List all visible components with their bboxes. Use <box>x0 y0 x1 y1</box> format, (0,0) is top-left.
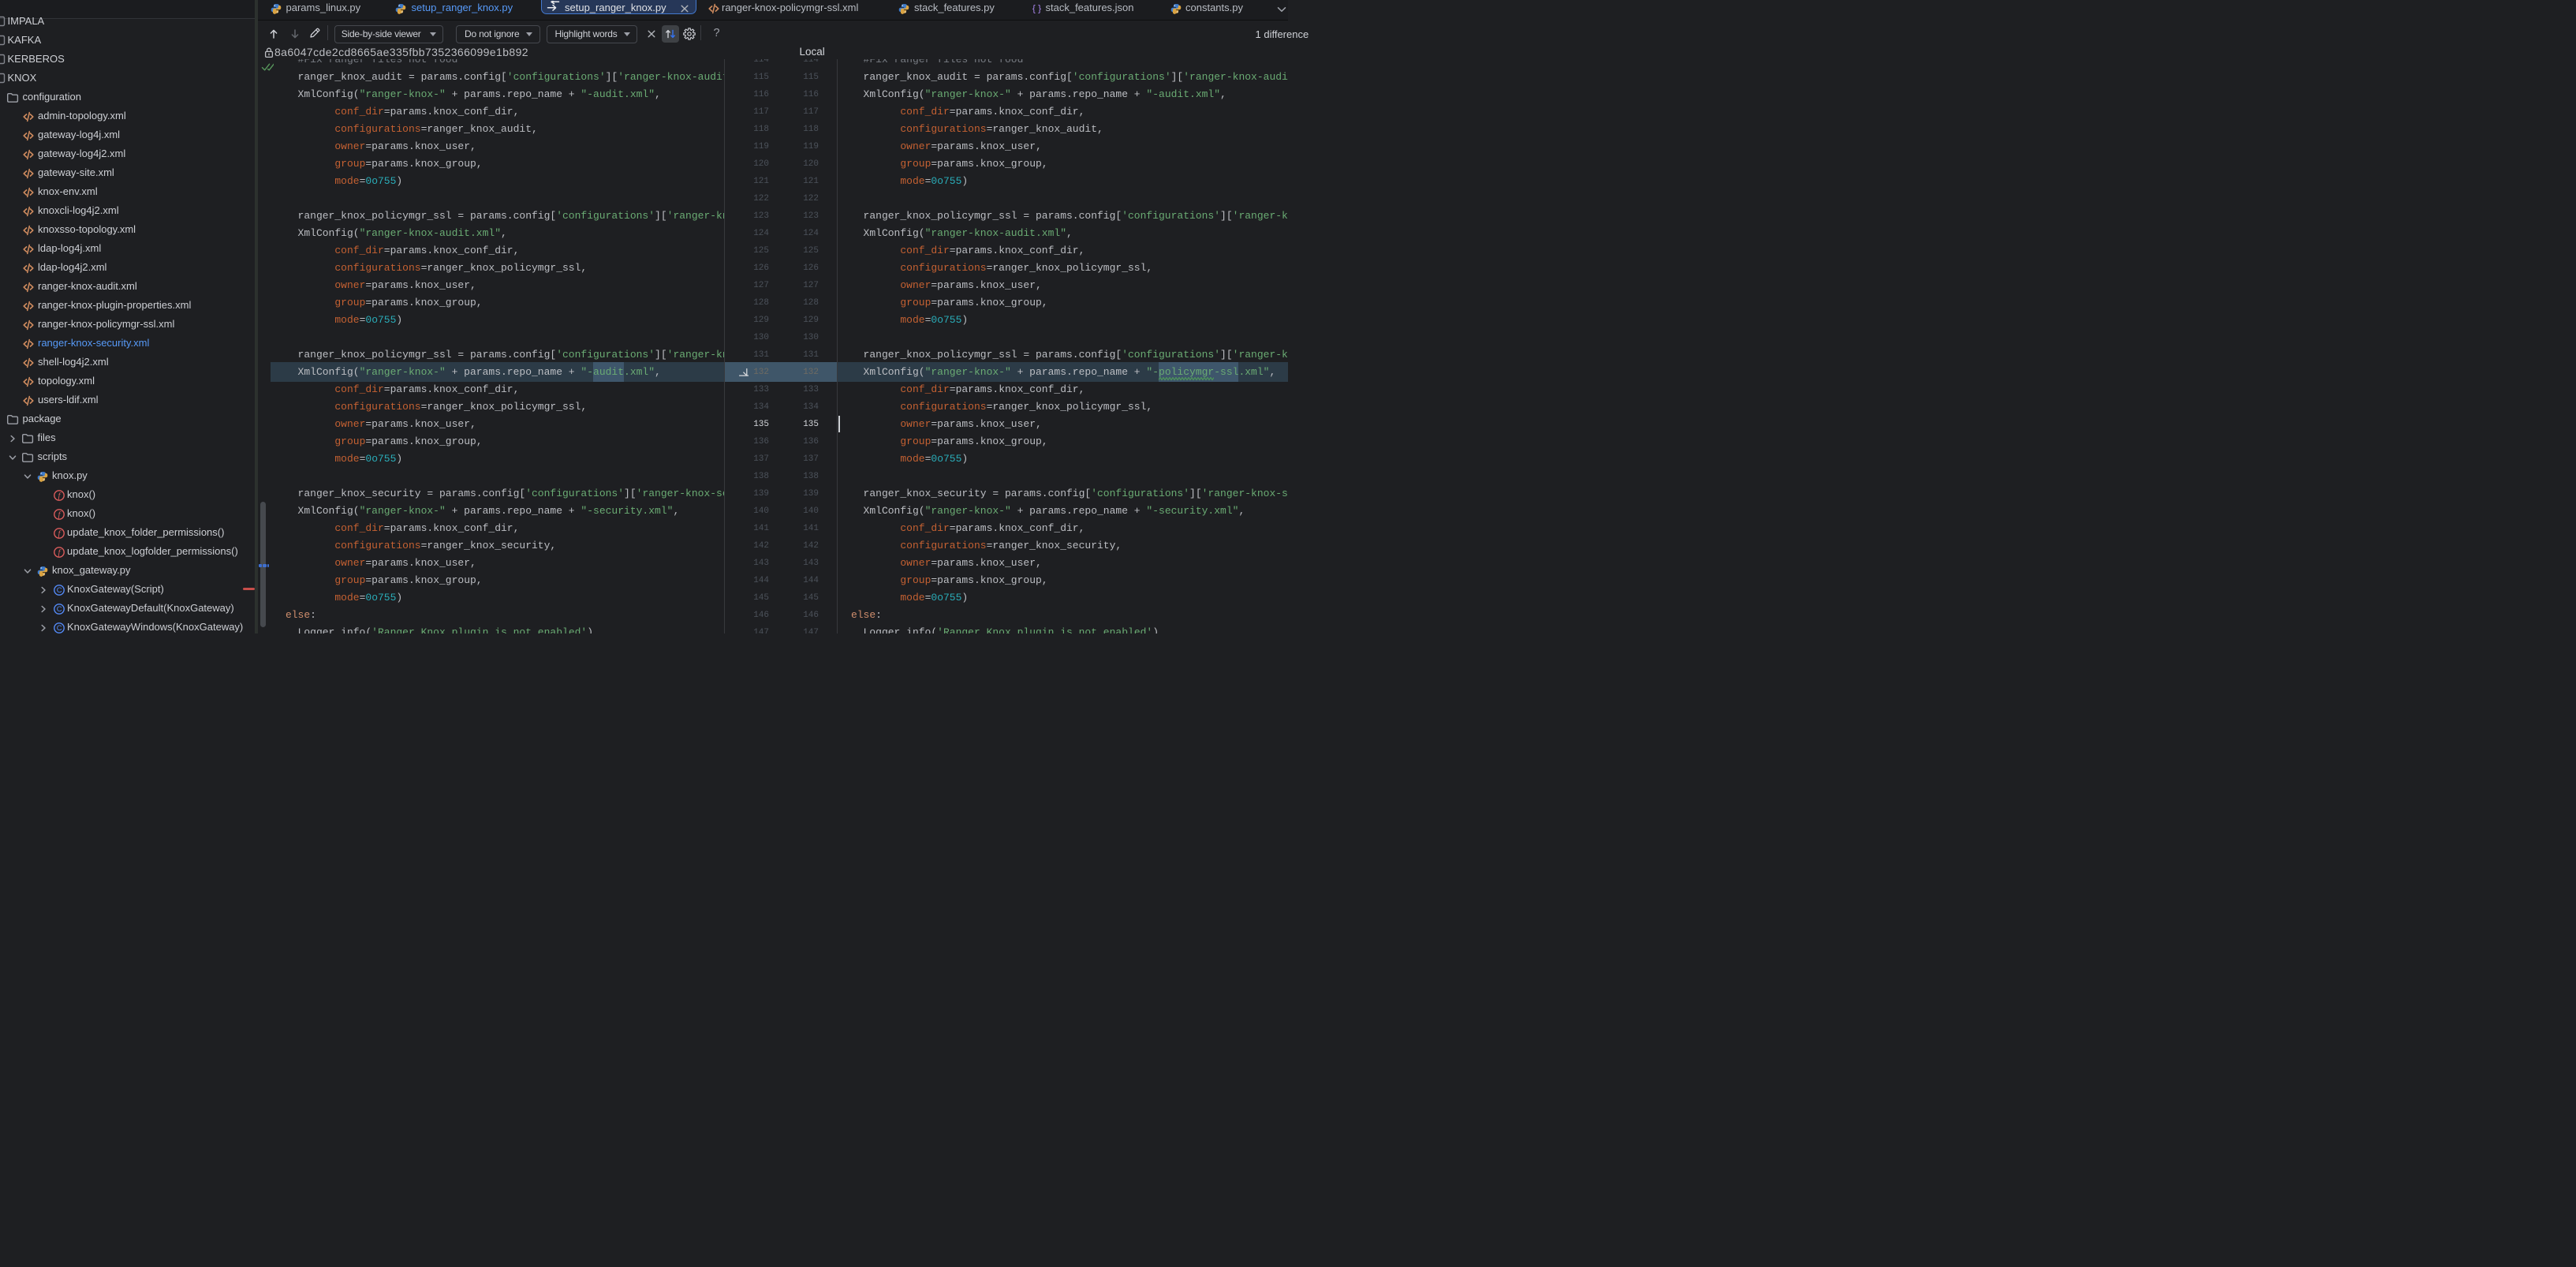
svg-text:C: C <box>56 605 62 614</box>
svg-text:C: C <box>56 624 62 633</box>
svg-text:C: C <box>56 586 62 595</box>
svg-text:{ }: { } <box>1032 3 1040 14</box>
